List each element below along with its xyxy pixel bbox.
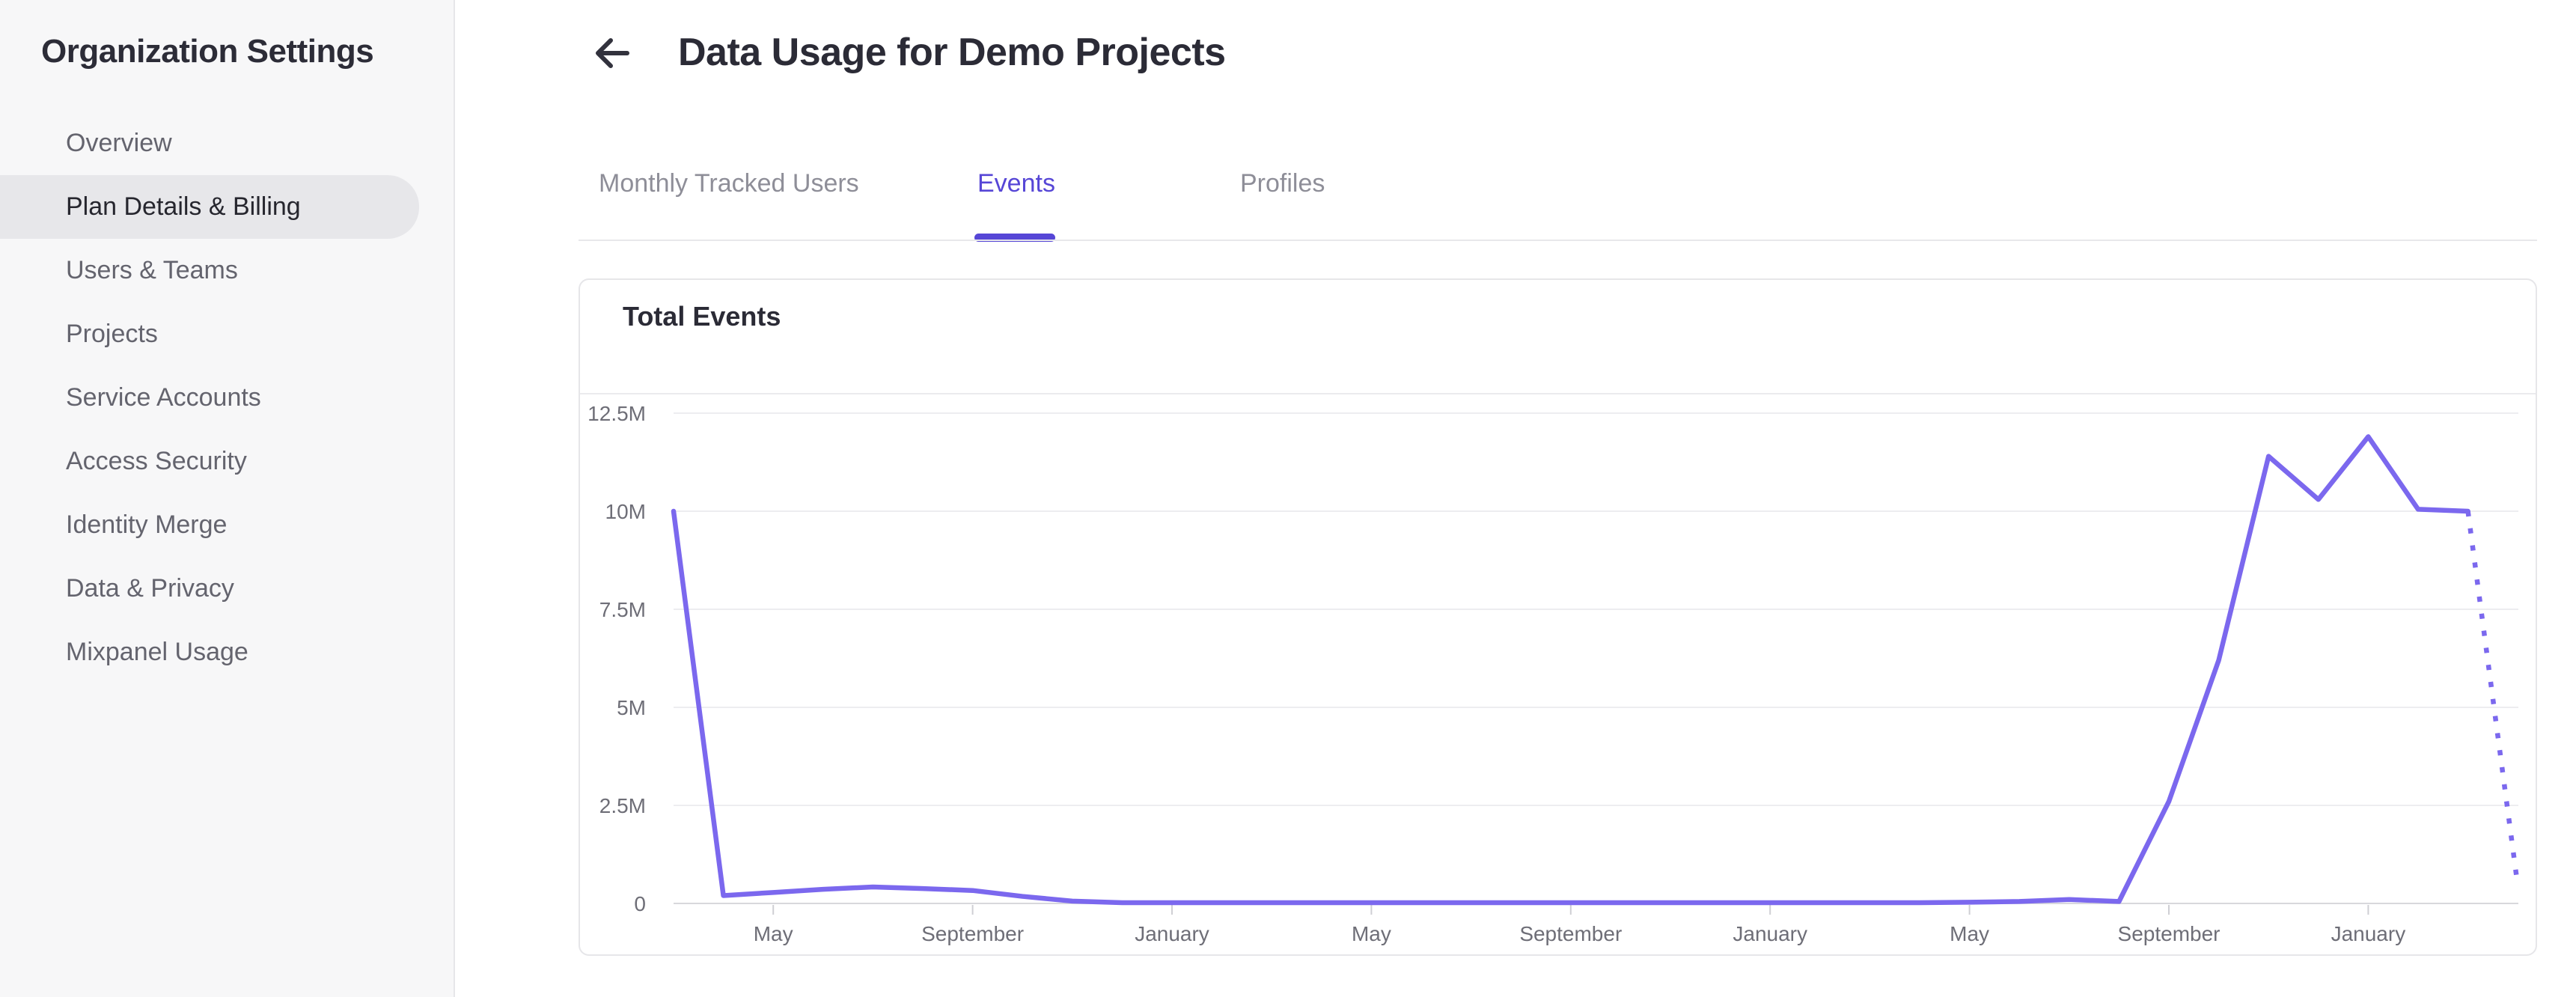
sidebar-item-identity-merge[interactable]: Identity Merge	[0, 493, 419, 557]
x-axis-label: May	[1950, 922, 1989, 945]
sidebar-item-mixpanel-usage[interactable]: Mixpanel Usage	[0, 621, 419, 684]
events-line-solid	[671, 434, 2470, 906]
page-title: Data Usage for Demo Projects	[678, 31, 1226, 74]
tab-events[interactable]: Events	[977, 169, 1055, 198]
x-axis-label: September	[921, 922, 1024, 945]
x-axis-label: September	[1519, 922, 1622, 945]
sidebar-nav: Overview Plan Details & Billing Users & …	[0, 112, 455, 684]
back-button[interactable]	[590, 31, 633, 75]
total-events-card: Total Events 0 2.5M 5M 7.5M 10M 12.5M May Septe…	[579, 278, 2537, 956]
x-axis-label: January	[1135, 922, 1209, 945]
y-axis-label: 10M	[605, 500, 646, 523]
y-axis-label: 7.5M	[599, 598, 646, 621]
events-line-projected	[2465, 510, 2521, 886]
x-axis-label: May	[1352, 922, 1391, 945]
sidebar-item-service-accounts[interactable]: Service Accounts	[0, 366, 419, 430]
sidebar-title: Organization Settings	[41, 33, 374, 70]
x-axis-label: January	[2331, 922, 2406, 945]
sidebar-item-projects[interactable]: Projects	[0, 302, 419, 366]
x-axis-label: May	[754, 922, 793, 945]
y-axis-label: 5M	[617, 696, 646, 719]
sidebar-item-access-security[interactable]: Access Security	[0, 430, 419, 493]
sidebar: Organization Settings Overview Plan Deta…	[0, 0, 455, 997]
x-axis-label: September	[2118, 922, 2221, 945]
tab-monthly-tracked-users[interactable]: Monthly Tracked Users	[599, 169, 859, 198]
sidebar-item-data-privacy[interactable]: Data & Privacy	[0, 557, 419, 621]
y-axis-label: 12.5M	[587, 402, 646, 425]
sidebar-item-users-teams[interactable]: Users & Teams	[0, 239, 419, 302]
tabs-divider	[579, 240, 2537, 241]
org-settings-page: Organization Settings Overview Plan Deta…	[0, 0, 2576, 997]
card-title: Total Events	[623, 301, 781, 332]
sidebar-item-plan-details-billing[interactable]: Plan Details & Billing	[0, 175, 419, 239]
events-chart: 0 2.5M 5M 7.5M 10M 12.5M May September January Ma…	[587, 402, 2521, 945]
tab-profiles[interactable]: Profiles	[1240, 169, 1325, 198]
y-axis-label: 2.5M	[599, 794, 646, 817]
y-axis-label: 0	[634, 892, 646, 915]
arrow-left-icon	[596, 38, 629, 68]
x-axis-label: January	[1733, 922, 1807, 945]
sidebar-item-overview[interactable]: Overview	[0, 112, 419, 175]
